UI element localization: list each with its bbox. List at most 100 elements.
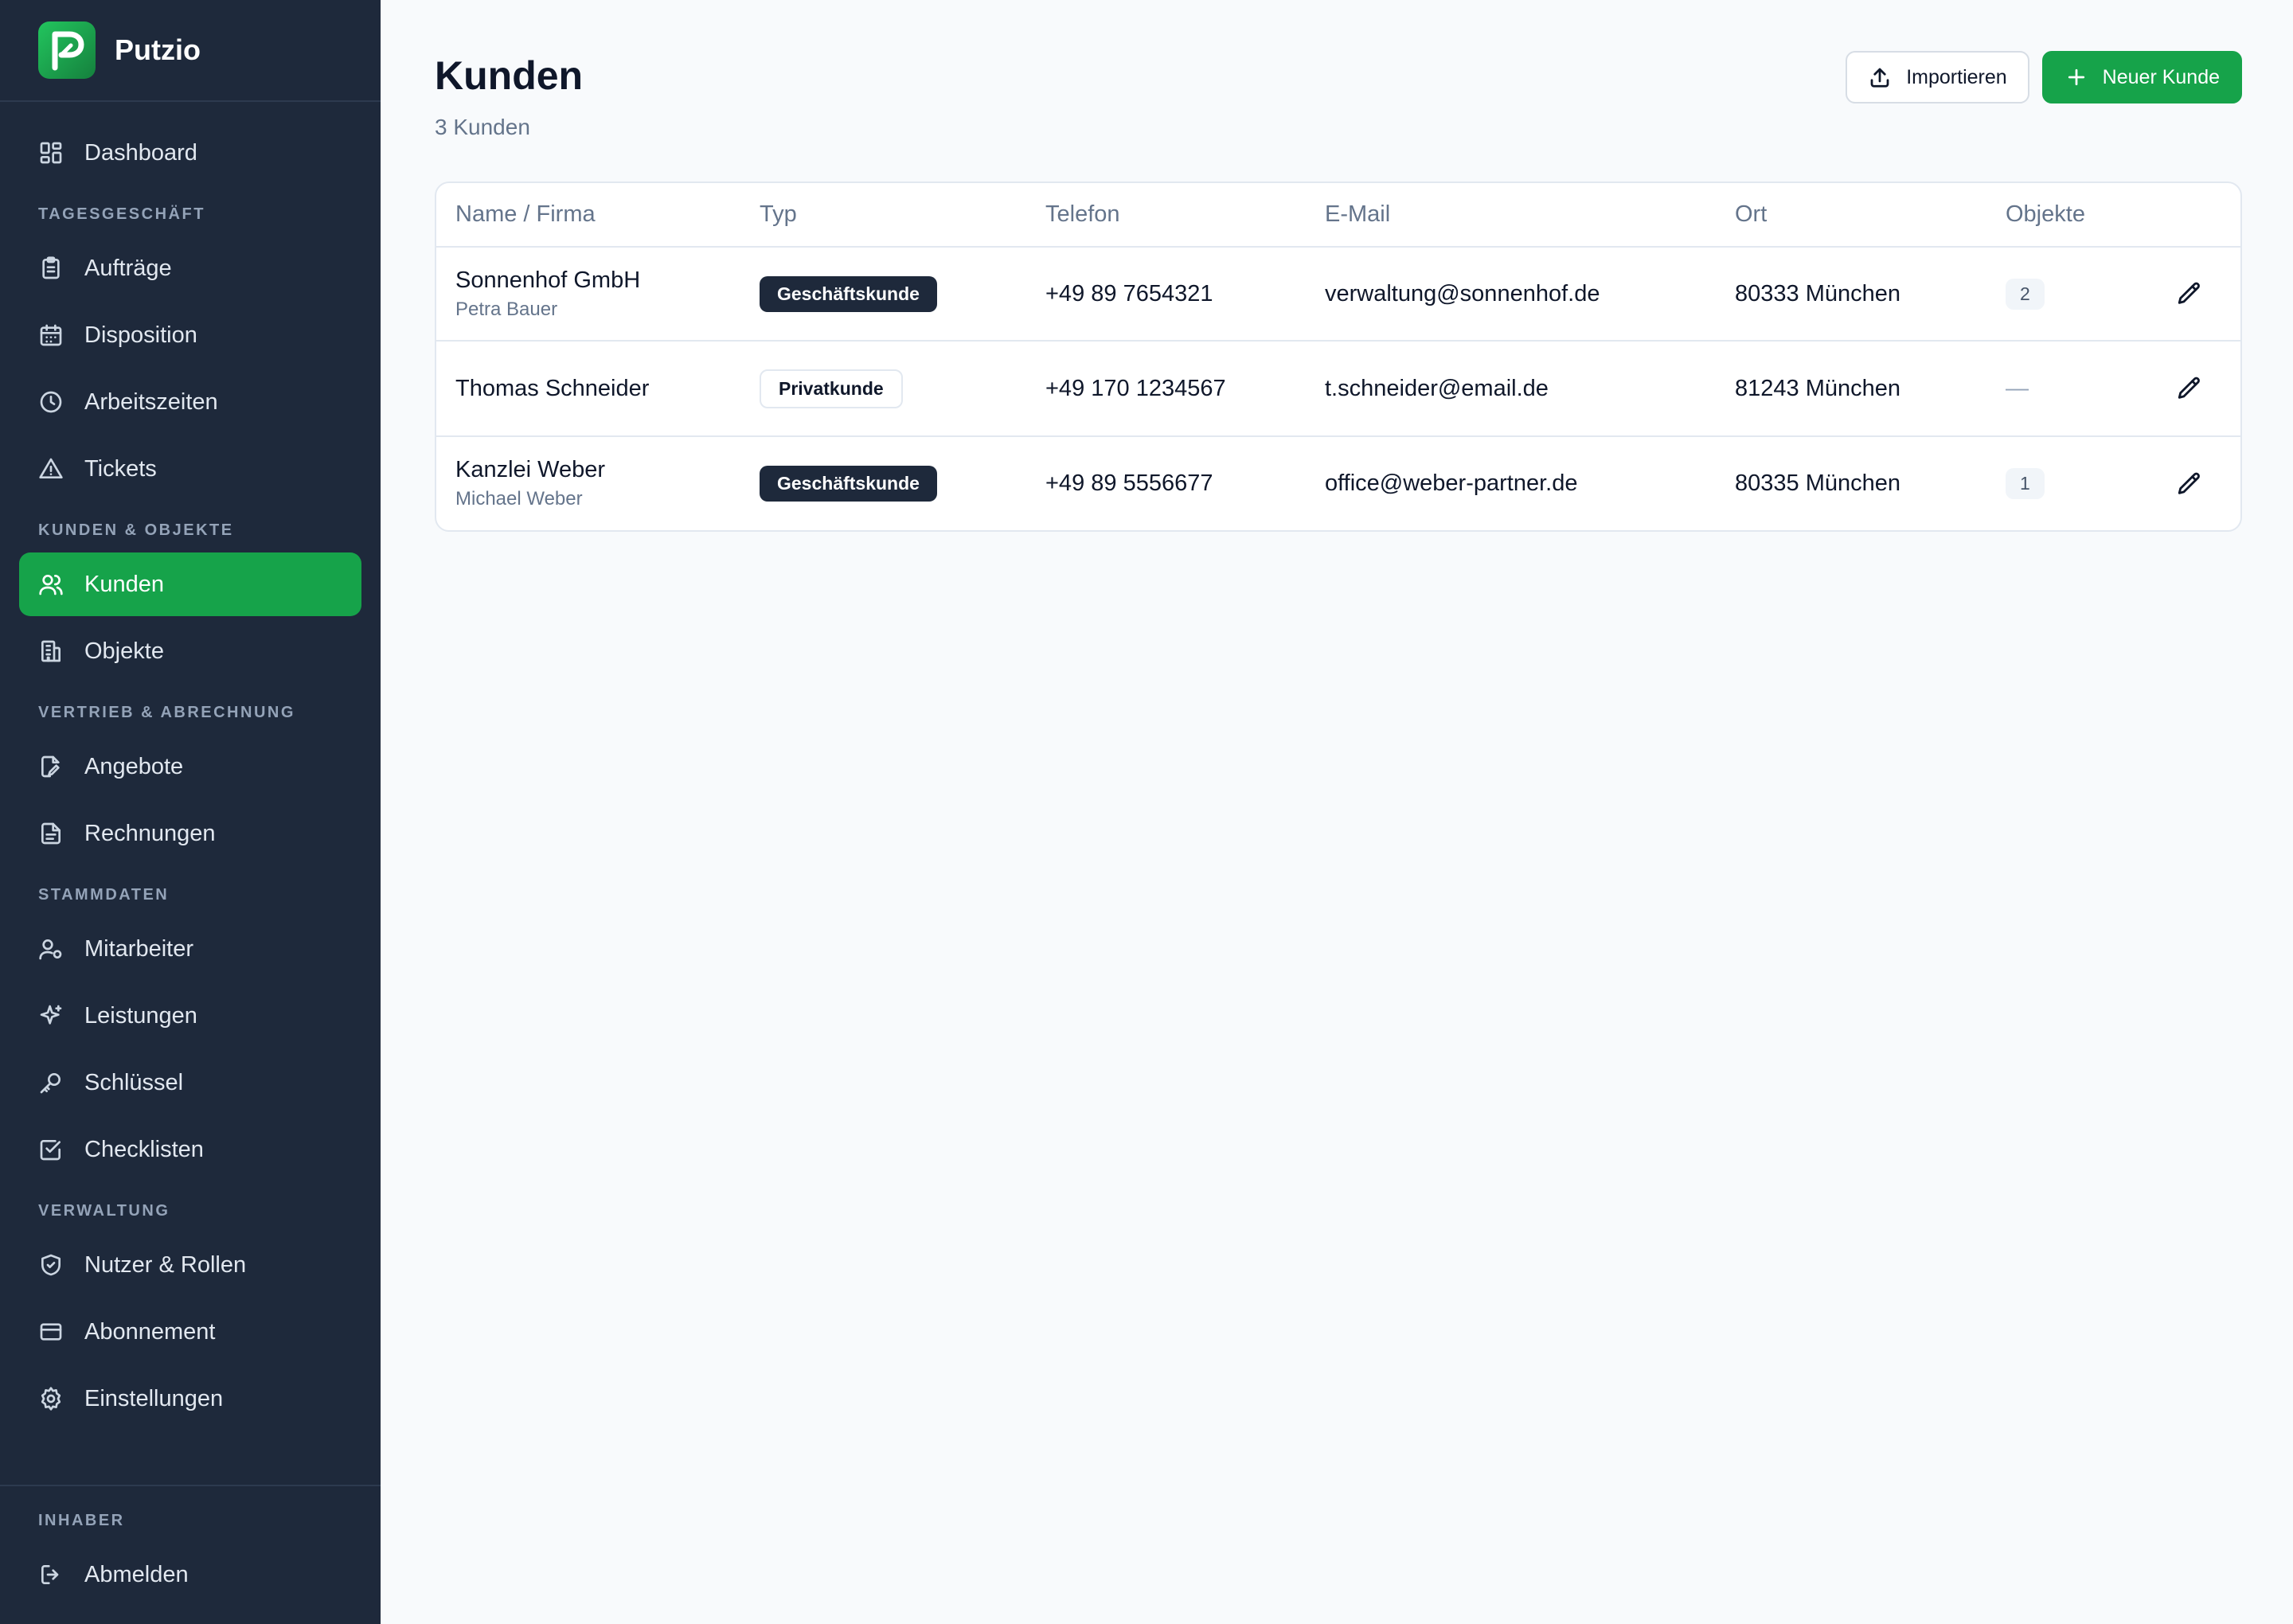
page-header: Kunden 3 Kunden Importieren Neuer Kunde	[435, 48, 2242, 140]
gear-icon	[41, 1387, 61, 1411]
objects-empty: —	[2006, 375, 2029, 401]
customer-name[interactable]: Sonnenhof GmbH	[455, 267, 740, 294]
customers-table-card: Name / Firma Typ Telefon E-Mail Ort Obje…	[435, 182, 2242, 532]
sidebar-item-arbeitszeiten[interactable]: Arbeitszeiten	[19, 370, 361, 434]
brand-logo-icon	[38, 21, 96, 79]
sidebar-item-label: Schlüssel	[84, 1069, 184, 1095]
cell-city: 81243 München	[1716, 341, 1986, 437]
cell-type: Geschäftskunde	[740, 247, 1026, 342]
edit-button[interactable]	[2171, 466, 2208, 502]
column-header-phone[interactable]: Telefon	[1026, 183, 1306, 248]
user-role-label: INHABER	[38, 1512, 125, 1529]
shield-icon	[41, 1254, 61, 1276]
sidebar-item-label: Dashboard	[84, 139, 197, 166]
sidebar-item-disposition[interactable]: Disposition	[19, 303, 361, 367]
sidebar-item-kunden[interactable]: Kunden	[19, 552, 361, 616]
sidebar-item-label: Kunden	[84, 571, 164, 597]
type-badge: Privatkunde	[760, 369, 903, 408]
logout-icon	[41, 1565, 59, 1584]
sparkles-icon	[40, 1005, 62, 1025]
cell-phone: +49 89 5556677	[1045, 470, 1213, 496]
sidebar-item-label: Leistungen	[84, 1002, 197, 1029]
sidebar-item-label: Arbeitszeiten	[84, 388, 218, 415]
column-header-email[interactable]: E-Mail	[1306, 183, 1716, 248]
cell-actions	[2152, 247, 2240, 342]
plus-icon	[2068, 68, 2084, 86]
main-content: Kunden 3 Kunden Importieren Neuer Kunde	[381, 0, 2293, 1624]
import-button[interactable]: Importieren	[1846, 51, 2029, 103]
sidebar-item-objekte[interactable]: Objekte	[19, 619, 361, 683]
column-header-objects[interactable]: Objekte	[1986, 183, 2152, 248]
cell-type: Privatkunde	[740, 341, 1026, 437]
sidebar-item-tickets[interactable]: Tickets	[19, 437, 361, 501]
users-icon	[39, 575, 63, 595]
table-row[interactable]: Kanzlei Weber Michael Weber Geschäftskun…	[436, 436, 2240, 530]
table-row[interactable]: Sonnenhof GmbH Petra Bauer Geschäftskund…	[436, 247, 2240, 342]
key-icon	[40, 1073, 61, 1094]
cell-email: office@weber-partner.de	[1325, 470, 1578, 496]
cell-name: Kanzlei Weber Michael Weber	[436, 436, 740, 530]
upload-icon	[1870, 68, 1889, 88]
cell-actions	[2152, 341, 2240, 437]
sidebar-item-label: Mitarbeiter	[84, 935, 193, 962]
cell-city: 80333 München	[1716, 247, 1986, 342]
sidebar-item-label: Angebote	[84, 753, 184, 779]
sidebar-item-schluessel[interactable]: Schlüssel	[19, 1051, 361, 1115]
edit-button[interactable]	[2171, 275, 2208, 312]
new-customer-button-label: Neuer Kunde	[2102, 65, 2220, 88]
sidebar-item-dashboard[interactable]: Dashboard	[19, 121, 361, 185]
sidebar-nav: Dashboard TAGESGESCHÄFT Aufträge Disposi…	[0, 102, 381, 1485]
app-root: Putzio Dashboard TAGESGESCHÄFT Aufträge …	[0, 0, 2293, 1624]
sidebar-item-label: Disposition	[84, 322, 197, 348]
cell-name: Sonnenhof GmbH Petra Bauer	[436, 247, 740, 342]
clock-icon	[40, 391, 62, 413]
sidebar-item-label: Objekte	[84, 638, 164, 664]
table-header-row: Name / Firma Typ Telefon E-Mail Ort Obje…	[436, 183, 2240, 248]
sidebar-item-auftraege[interactable]: Aufträge	[19, 236, 361, 300]
column-header-name[interactable]: Name / Firma	[436, 183, 740, 248]
customer-count: 3 Kunden	[435, 115, 530, 139]
sidebar: Putzio Dashboard TAGESGESCHÄFT Aufträge …	[0, 0, 381, 1624]
new-customer-button[interactable]: Neuer Kunde	[2041, 51, 2242, 103]
sidebar-item-leistungen[interactable]: Leistungen	[19, 984, 361, 1048]
header-actions: Importieren Neuer Kunde	[1846, 51, 2242, 103]
sidebar-item-checklisten[interactable]: Checklisten	[19, 1118, 361, 1181]
column-header-type[interactable]: Typ	[740, 183, 1026, 248]
sidebar-item-rechnungen[interactable]: Rechnungen	[19, 802, 361, 865]
customer-contact: Michael Weber	[455, 488, 583, 509]
table-row[interactable]: Thomas Schneider Privatkunde +49 170 123…	[436, 341, 2240, 437]
cell-city: 80335 München	[1735, 470, 1900, 496]
sidebar-item-einstellungen[interactable]: Einstellungen	[19, 1367, 361, 1431]
section-title-stammdaten: STAMMDATEN	[38, 886, 170, 904]
customer-contact: Petra Bauer	[455, 298, 558, 320]
section-title-verwaltung: VERWALTUNG	[38, 1202, 170, 1220]
column-header-actions	[2152, 183, 2240, 248]
sidebar-item-label: Tickets	[84, 455, 157, 482]
sidebar-item-label: Rechnungen	[84, 820, 216, 846]
pencil-icon	[2178, 282, 2200, 304]
section-title-kunden-objekte: KUNDEN & OBJEKTE	[38, 521, 234, 539]
sidebar-item-abonnement[interactable]: Abonnement	[19, 1300, 361, 1364]
cell-objects: 1	[1986, 436, 2152, 530]
clipboard-icon	[42, 256, 60, 279]
pencil-icon	[2178, 472, 2200, 494]
cell-actions	[2152, 436, 2240, 530]
sidebar-footer: INHABER Abmelden	[0, 1485, 381, 1624]
cell-type: Geschäftskunde	[740, 436, 1026, 530]
sidebar-item-mitarbeiter[interactable]: Mitarbeiter	[19, 917, 361, 981]
sidebar-item-label: Einstellungen	[84, 1385, 224, 1411]
sidebar-item-label: Abonnement	[84, 1318, 216, 1345]
cell-name: Thomas Schneider	[436, 341, 740, 437]
page-title: Kunden	[435, 53, 584, 98]
logout-button[interactable]: Abmelden	[19, 1543, 361, 1606]
column-header-city[interactable]: Ort	[1716, 183, 1986, 248]
edit-button[interactable]	[2171, 370, 2208, 407]
brand[interactable]: Putzio	[0, 0, 381, 102]
sidebar-item-angebote[interactable]: Angebote	[19, 735, 361, 798]
customer-name[interactable]: Kanzlei Weber	[455, 457, 740, 483]
customer-name[interactable]: Thomas Schneider	[455, 376, 740, 402]
brand-name: Putzio	[115, 33, 201, 66]
sidebar-item-nutzer-rollen[interactable]: Nutzer & Rollen	[19, 1233, 361, 1297]
sidebar-item-label: Nutzer & Rollen	[84, 1251, 247, 1278]
objects-count-badge: 2	[2006, 278, 2045, 310]
